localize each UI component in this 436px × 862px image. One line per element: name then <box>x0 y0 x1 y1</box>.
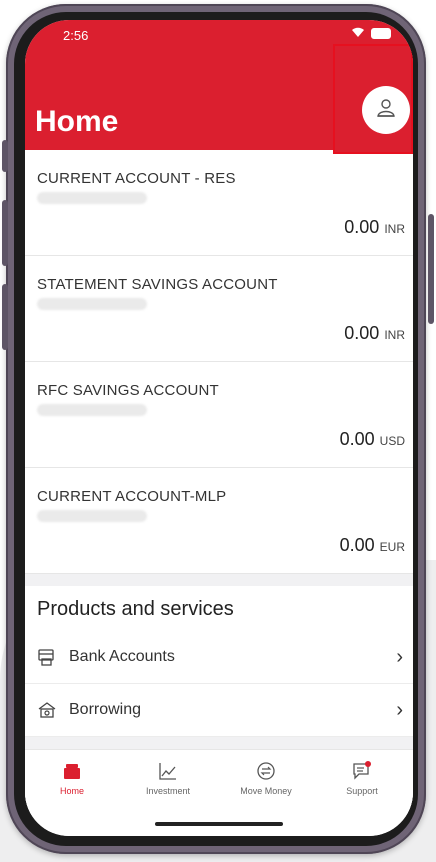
status-icons <box>351 26 391 41</box>
balance-amount: 0.00 <box>339 429 375 449</box>
section-divider <box>25 574 413 586</box>
account-balance: 0.00 INR <box>344 217 405 238</box>
home-icon <box>33 760 111 782</box>
products-title: Products and services <box>37 598 234 620</box>
account-number-blurred <box>37 510 147 522</box>
products-section: Products and services Bank Accounts › Bo… <box>25 586 413 737</box>
bank-accounts-label: Bank Accounts <box>69 648 175 665</box>
balance-amount: 0.00 <box>344 323 380 343</box>
chevron-right-icon: › <box>396 698 403 721</box>
battery-icon <box>371 28 391 39</box>
borrowing-icon <box>37 699 59 721</box>
account-number-blurred <box>37 192 147 204</box>
status-time: 2:56 <box>63 28 89 43</box>
tab-home[interactable]: Home <box>33 760 111 796</box>
account-name: CURRENT ACCOUNT - RES <box>37 170 236 187</box>
investment-icon <box>129 760 207 782</box>
bottom-tab-bar: Home Investment Move Money Support <box>25 749 413 836</box>
account-row[interactable]: STATEMENT SAVINGS ACCOUNT 0.00 INR <box>25 256 413 362</box>
account-name: STATEMENT SAVINGS ACCOUNT <box>37 276 278 293</box>
wifi-icon <box>351 26 365 41</box>
balance-currency: USD <box>379 434 405 448</box>
tab-investment[interactable]: Investment <box>129 760 207 796</box>
account-name: CURRENT ACCOUNT-MLP <box>37 488 227 505</box>
chevron-right-icon: › <box>396 645 403 668</box>
move-money-icon <box>227 760 305 782</box>
borrowing-label: Borrowing <box>69 701 142 718</box>
account-balance: 0.00 INR <box>344 323 405 344</box>
balance-amount: 0.00 <box>339 535 375 555</box>
bank-accounts-row[interactable]: Bank Accounts › <box>25 631 413 684</box>
volume-up-button <box>2 200 8 266</box>
borrowing-row[interactable]: Borrowing › <box>25 684 413 737</box>
account-row[interactable]: RFC SAVINGS ACCOUNT 0.00 USD <box>25 362 413 468</box>
power-button <box>428 214 434 324</box>
account-name: RFC SAVINGS ACCOUNT <box>37 382 219 399</box>
accounts-list: CURRENT ACCOUNT - RES 0.00 INR STATEMENT… <box>25 150 413 815</box>
account-row[interactable]: CURRENT ACCOUNT - RES 0.00 INR <box>25 150 413 256</box>
balance-currency: EUR <box>379 540 405 554</box>
home-indicator[interactable] <box>155 822 283 826</box>
side-button <box>2 140 8 172</box>
account-balance: 0.00 EUR <box>340 535 405 556</box>
profile-highlight <box>333 44 413 154</box>
tab-move-money[interactable]: Move Money <box>227 760 305 796</box>
app-screen: 2:56 Home CURRENT ACCOUNT - RES 0.00 INR… <box>25 20 413 836</box>
profile-button[interactable] <box>362 86 410 134</box>
account-number-blurred <box>37 298 147 310</box>
page-title: Home <box>35 105 119 138</box>
account-row[interactable]: CURRENT ACCOUNT-MLP 0.00 EUR <box>25 468 413 574</box>
tab-move-money-label: Move Money <box>240 786 292 796</box>
tab-support[interactable]: Support <box>323 760 401 796</box>
balance-amount: 0.00 <box>344 217 380 237</box>
balance-currency: INR <box>384 222 405 236</box>
tab-home-label: Home <box>59 786 84 796</box>
user-icon <box>375 97 397 124</box>
account-balance: 0.00 USD <box>340 429 405 450</box>
tab-investment-label: Investment <box>145 786 191 796</box>
volume-down-button <box>2 284 8 350</box>
account-number-blurred <box>37 404 147 416</box>
balance-currency: INR <box>384 328 405 342</box>
support-icon <box>323 760 401 782</box>
tab-support-label: Support <box>346 786 378 796</box>
bank-accounts-icon <box>37 646 59 668</box>
